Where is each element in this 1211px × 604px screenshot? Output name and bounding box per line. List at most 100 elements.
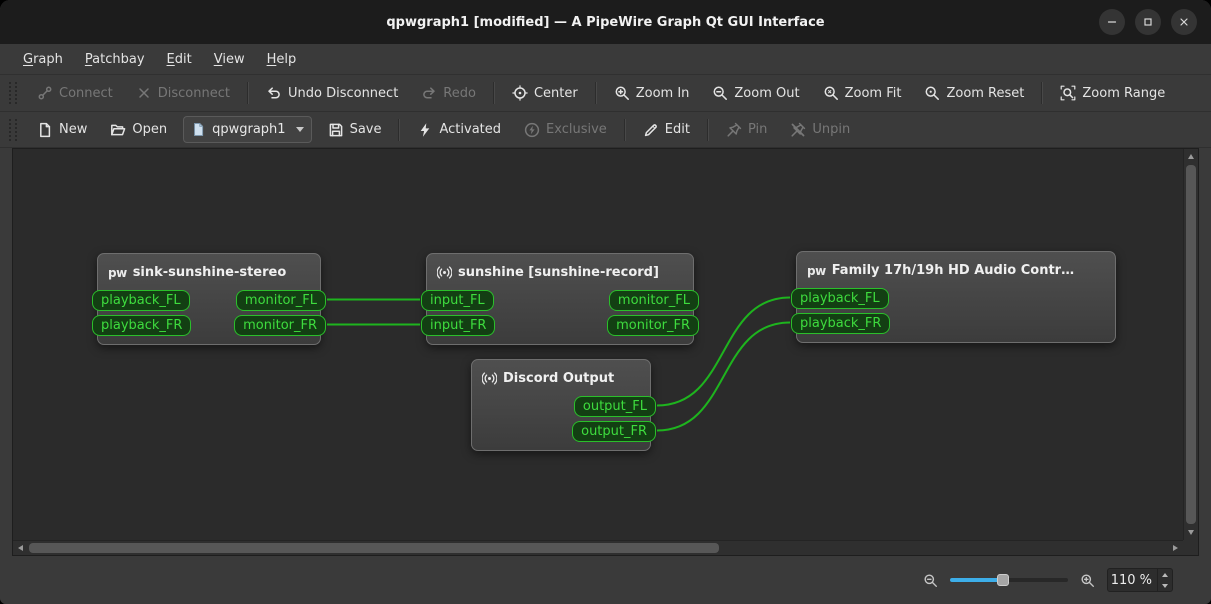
exclusive-icon (524, 122, 540, 137)
zoom-spin-down-button[interactable] (1158, 580, 1172, 591)
vertical-scrollbar-thumb[interactable] (1186, 165, 1196, 524)
new-button[interactable]: New (27, 116, 97, 144)
port-output-fr[interactable]: output_FR (572, 421, 656, 442)
port-monitor-fr[interactable]: monitor_FR (234, 315, 326, 336)
port-playback-fr[interactable]: playback_FR (791, 313, 891, 334)
zoom-value: 110 % (1110, 572, 1152, 588)
connect-icon (38, 86, 52, 100)
maximize-button[interactable] (1135, 9, 1161, 35)
node-title: Discord Output (503, 371, 615, 386)
statusbar-zoom-in-button[interactable] (1080, 573, 1095, 588)
chevron-down-icon (295, 127, 304, 132)
vertical-scrollbar[interactable] (1183, 149, 1198, 540)
close-icon (1180, 18, 1188, 26)
port-row: output_FR (472, 419, 656, 444)
port-playback-fr[interactable]: playback_FR (92, 315, 192, 336)
zoom-spin-up-button[interactable] (1158, 569, 1172, 580)
window-controls (1099, 0, 1197, 44)
zoom-fit-icon (824, 86, 838, 100)
port-row: input_FL monitor_FL (421, 288, 699, 313)
port-playback-fl[interactable]: playback_FL (791, 288, 889, 309)
scroll-down-icon[interactable] (1188, 530, 1194, 535)
disconnect-button: Disconnect (126, 79, 240, 107)
zoom-out-icon (713, 86, 728, 100)
file-icon (194, 123, 204, 136)
zoom-reset-button[interactable]: Zoom Reset (914, 79, 1034, 107)
graph-node-family-audio[interactable]: pw Family 17h/19h HD Audio Contr… playback… (791, 251, 1116, 343)
patchbay-selector-combo[interactable]: qpwgraph1 (183, 116, 312, 143)
scroll-up-icon[interactable] (1188, 154, 1194, 159)
zoom-range-button[interactable]: Zoom Range (1050, 79, 1175, 107)
port-input-fl[interactable]: input_FL (421, 290, 494, 311)
edit-icon (644, 123, 657, 136)
toolbar-separator (706, 118, 709, 141)
center-button[interactable]: Center (502, 79, 588, 107)
toolbar-graph: Connect Disconnect Undo Disconnect Redo Cent… (0, 75, 1211, 112)
port-row: input_FR monitor_FR (421, 313, 699, 338)
edit-button[interactable]: Edit (633, 116, 700, 144)
node-title: Family 17h/19h HD Audio Contr… (831, 263, 1075, 278)
toolbar-session: New Open qpwgraph1 Save Activated Exclusive Ed… (0, 112, 1211, 148)
pin-button: Pin (716, 116, 777, 144)
port-row: output_FL (472, 394, 656, 419)
app-window: qpwgraph1 [modified] — A PipeWire Graph … (0, 0, 1211, 604)
save-button[interactable]: Save (318, 116, 392, 144)
menu-help[interactable]: Help (256, 47, 308, 72)
toolbar-separator (1041, 82, 1044, 104)
toolbar-separator (246, 82, 249, 104)
open-button[interactable]: Open (100, 116, 177, 144)
zoom-slider-groove[interactable] (950, 578, 1068, 582)
toolbar-handle[interactable] (9, 82, 17, 104)
unpin-icon (791, 122, 806, 137)
graph-node-sink-sunshine-stereo[interactable]: pw sink-sunshine-stereo playback_FL monitor… (92, 253, 326, 345)
statusbar-zoom-out-button[interactable] (923, 573, 938, 588)
port-monitor-fl[interactable]: monitor_FL (608, 290, 699, 311)
zoom-slider-fill (950, 578, 1003, 582)
scroll-right-icon[interactable] (1173, 545, 1178, 551)
toolbar-separator (492, 82, 495, 104)
minimize-icon (1107, 21, 1117, 23)
minimize-button[interactable] (1099, 9, 1125, 35)
pin-icon (727, 122, 742, 137)
connect-button: Connect (27, 79, 123, 107)
titlebar[interactable]: qpwgraph1 [modified] — A PipeWire Graph … (0, 0, 1211, 44)
menu-edit[interactable]: Edit (156, 47, 203, 72)
close-button[interactable] (1171, 9, 1197, 35)
pipewire-icon: pw (807, 263, 826, 278)
menu-view[interactable]: View (203, 47, 256, 72)
combo-value: qpwgraph1 (212, 122, 286, 137)
graph-node-discord-output[interactable]: Discord Output output_FL output_FR (471, 359, 656, 451)
new-icon (40, 122, 51, 137)
horizontal-scrollbar-thumb[interactable] (29, 543, 719, 553)
horizontal-scrollbar[interactable] (13, 540, 1183, 555)
zoom-slider[interactable] (950, 572, 1068, 588)
toolbar-handle[interactable] (9, 118, 17, 141)
monitor-icon (482, 372, 497, 385)
port-row: playback_FR monitor_FR (92, 313, 326, 338)
graph-node-sunshine[interactable]: sunshine [sunshine-record] input_FL monito… (421, 253, 699, 345)
port-monitor-fl[interactable]: monitor_FL (235, 290, 326, 311)
zoom-out-button[interactable]: Zoom Out (702, 79, 809, 107)
undo-disconnect-button[interactable]: Undo Disconnect (256, 79, 408, 107)
port-input-fr[interactable]: input_FR (421, 315, 496, 336)
zoom-spinbox[interactable]: 110 % (1107, 568, 1173, 592)
port-output-fl[interactable]: output_FL (573, 396, 656, 417)
menu-graph[interactable]: Graph (12, 47, 74, 72)
activated-button[interactable]: Activated (407, 116, 511, 144)
statusbar: 110 % (0, 556, 1211, 604)
port-row: playback_FL monitor_FL (92, 288, 326, 313)
unpin-button: Unpin (780, 116, 860, 144)
zoom-in-button[interactable]: Zoom In (604, 79, 700, 107)
port-monitor-fr[interactable]: monitor_FR (607, 315, 699, 336)
port-playback-fl[interactable]: playback_FL (92, 290, 190, 311)
zoom-range-icon (1060, 85, 1076, 101)
pipewire-icon: pw (108, 265, 127, 280)
scroll-left-icon[interactable] (18, 545, 23, 551)
graph-canvas[interactable]: pw sink-sunshine-stereo playback_FL monitor… (12, 148, 1199, 556)
menu-patchbay[interactable]: Patchbay (74, 47, 156, 72)
zoom-fit-button[interactable]: Zoom Fit (813, 79, 912, 107)
zoom-slider-handle[interactable] (997, 574, 1009, 586)
open-icon (111, 124, 126, 135)
redo-button: Redo (411, 79, 486, 107)
exclusive-button: Exclusive (514, 116, 617, 144)
